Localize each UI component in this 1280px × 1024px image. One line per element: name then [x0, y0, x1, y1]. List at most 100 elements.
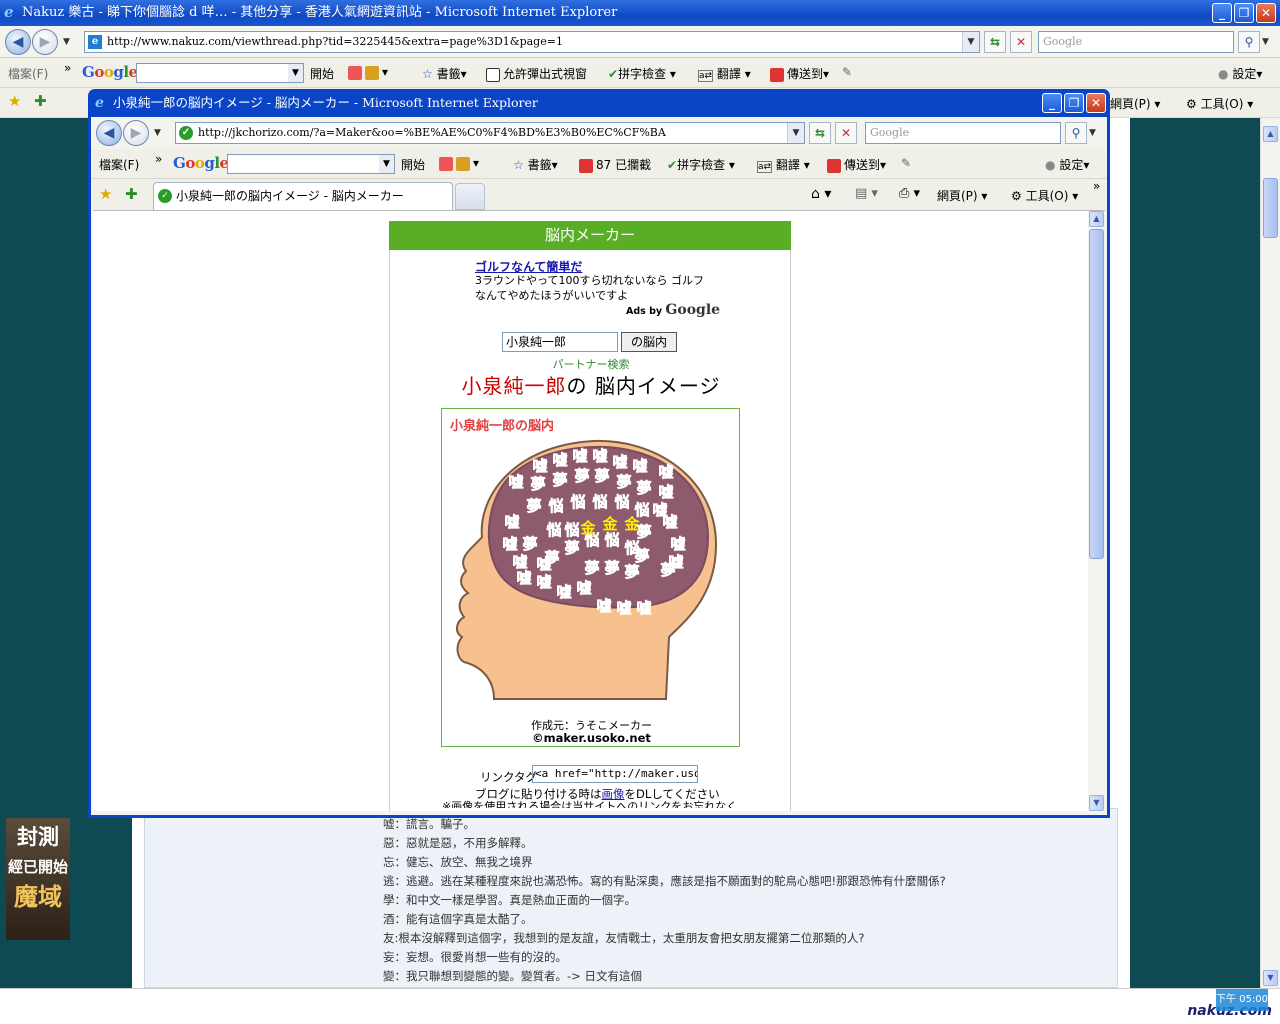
brain-kanji: 嘘: [612, 453, 627, 471]
scroll-down-icon[interactable]: ▼: [1263, 970, 1278, 986]
forum-post: 嘘：謊言。騙子。 惡：惡就是惡，不用多解釋。 忘：健忘、放空、無我之境界 逃：逃避。逃…: [144, 808, 1118, 988]
favorites-star-icon[interactable]: ★: [99, 185, 112, 203]
highlight-icon[interactable]: ✎: [842, 65, 852, 79]
history-dropdown-icon[interactable]: ▼: [63, 37, 70, 47]
popup-google-search-box[interactable]: ▼: [227, 154, 395, 174]
home-icon[interactable]: ⌂ ▾: [811, 186, 831, 202]
popup-close-button[interactable]: ✕: [1086, 93, 1106, 113]
popup-scroll-down-icon[interactable]: ▼: [1089, 795, 1104, 811]
brain-image-title: 小泉純一郎の脳内: [450, 419, 555, 434]
favorites-star-icon[interactable]: ★: [8, 92, 21, 110]
add-favorites-icon[interactable]: ✚: [125, 185, 138, 203]
forward-button[interactable]: ▶: [32, 29, 58, 55]
maximize-button[interactable]: ❐: [1234, 3, 1254, 23]
popup-scrollbar[interactable]: ▲ ▼: [1088, 211, 1105, 811]
popup-titlebar[interactable]: e 小泉純一郎の脳内イメージ - 脳内メーカー - Microsoft Inte…: [91, 89, 1107, 117]
google-logo: Google: [82, 63, 138, 81]
popup-maximize-button[interactable]: ❐: [1064, 93, 1084, 113]
popup-window[interactable]: e 小泉純一郎の脳内イメージ - 脳内メーカー - Microsoft Inte…: [88, 89, 1110, 818]
game-ad-banner[interactable]: 封測 經已開始 魔域: [6, 818, 70, 940]
settings-button[interactable]: ● 設定▾: [1218, 65, 1262, 82]
google-start-button[interactable]: 開始: [310, 65, 334, 82]
ads-by-google[interactable]: Ads by Google: [626, 302, 720, 318]
translate-button[interactable]: a⇄ 翻譯 ▾: [698, 65, 751, 82]
search-options-icon[interactable]: ▼: [1262, 37, 1269, 47]
right-side-panel: [1130, 118, 1260, 988]
brain-kanji: 嘘: [572, 447, 587, 465]
background-window-titlebar[interactable]: e Nakuz 樂古 - 睇下你個腦諗 d 咩… - 其他分享 - 香港人氣網遊…: [0, 0, 1280, 26]
brain-kanji: 悩: [569, 493, 585, 511]
popup-back-button[interactable]: ◀: [96, 120, 122, 146]
print-icon[interactable]: ⎙ ▾: [899, 186, 920, 201]
popup-url-dropdown-icon[interactable]: ▼: [787, 123, 804, 143]
brain-maker-page: 脳内メーカー ゴルフなんて簡単だ 3ラウンドやって100すら切れないなら ゴルフ…: [389, 221, 791, 811]
popup-scroll-up-icon[interactable]: ▲: [1089, 211, 1104, 227]
toolbar-chevron-icon[interactable]: »: [1093, 179, 1100, 193]
google-search-box[interactable]: ▼: [136, 63, 304, 83]
popup-search-icon[interactable]: ⚲: [1065, 122, 1087, 144]
spellcheck-button[interactable]: ✔拼字檢查 ▾: [608, 65, 676, 82]
popup-tools-menu[interactable]: ⚙ 工具(O) ▾: [1011, 187, 1078, 204]
scroll-thumb[interactable]: [1263, 178, 1278, 238]
brain-kanji: 悩: [623, 539, 639, 557]
send-to-button[interactable]: 傳送到▾: [770, 65, 829, 82]
popup-settings-button[interactable]: ● 設定▾: [1045, 156, 1089, 173]
popup-highlight-icon[interactable]: ✎: [901, 156, 911, 170]
brain-kanji: 嘘: [552, 451, 567, 469]
popup-file-menu[interactable]: 檔案(F): [99, 156, 139, 173]
minimize-button[interactable]: _: [1212, 3, 1232, 23]
back-button[interactable]: ◀: [5, 29, 31, 55]
popup-translate-button[interactable]: a⇄ 翻譯 ▾: [757, 156, 810, 173]
popup-forward-button[interactable]: ▶: [123, 120, 149, 146]
tools-menu[interactable]: ⚙ 工具(O) ▾: [1186, 95, 1253, 112]
popup-search-input[interactable]: Google: [865, 122, 1061, 144]
tab-current-page[interactable]: ✓ 小泉純一郎の脳内イメージ - 脳内メーカー: [153, 182, 453, 210]
brain-submit-button[interactable]: の脳内: [621, 332, 677, 352]
brain-kanji: 嘘: [658, 483, 673, 501]
popup-send-to-button[interactable]: 傳送到▾: [827, 156, 886, 173]
post-line: 忘：健忘、放空、無我之境界: [383, 855, 533, 869]
popup-history-dropdown-icon[interactable]: ▼: [154, 128, 161, 138]
brain-kanji: 嘘: [508, 473, 523, 491]
popup-refresh-button[interactable]: ⇆: [809, 122, 831, 144]
brain-kanji: 嘘: [616, 599, 631, 617]
new-tab-button[interactable]: [455, 183, 485, 210]
refresh-button[interactable]: ⇆: [984, 31, 1006, 53]
popups-allowed-button[interactable]: 允許彈出式視窗: [486, 65, 587, 82]
result-headline: 小泉純一郎の 脳内イメージ: [461, 374, 721, 398]
feeds-icon[interactable]: ▤ ▾: [855, 186, 878, 201]
scroll-up-icon[interactable]: ▲: [1263, 126, 1278, 142]
search-icon[interactable]: ⚲: [1238, 31, 1260, 53]
page-header: 脳内メーカー: [389, 221, 791, 250]
popup-search-options-icon[interactable]: ▼: [1089, 128, 1096, 138]
popup-toolbar-tools-icons[interactable]: ▾: [439, 156, 479, 171]
credit-site: ©maker.usoko.net: [532, 731, 651, 745]
url-dropdown-icon[interactable]: ▼: [962, 32, 979, 52]
toolbar-tools-icons[interactable]: ▾: [348, 65, 388, 80]
background-url-field[interactable]: e http://www.nakuz.com/viewthread.php?ti…: [84, 31, 980, 53]
popup-spellcheck-button[interactable]: ✔拼字檢查 ▾: [667, 156, 735, 173]
popup-minimize-button[interactable]: _: [1042, 93, 1062, 113]
popup-scroll-thumb[interactable]: [1089, 229, 1104, 559]
toolbar-chevron-icon[interactable]: »: [64, 61, 71, 75]
page-menu[interactable]: 網頁(P) ▾: [1110, 95, 1160, 112]
popup-google-start-button[interactable]: 開始: [401, 156, 425, 173]
brain-image[interactable]: 小泉純一郎の脳内 嘘嘘嘘嘘嘘嘘嘘嘘嘘嘘嘘嘘嘘嘘夢夢夢夢夢夢夢夢夢夢夢夢夢夢夢夢悩…: [441, 408, 740, 747]
add-favorites-icon[interactable]: ✚: [34, 92, 47, 110]
image-download-link[interactable]: 画像: [602, 787, 625, 801]
name-input[interactable]: 小泉純一郎: [502, 332, 618, 352]
link-tag-field[interactable]: <a href="http://maker.usoko: [532, 765, 698, 783]
close-button[interactable]: ✕: [1256, 3, 1276, 23]
toolbar-chevron-icon[interactable]: »: [155, 152, 162, 166]
background-scrollbar[interactable]: ▲ ▼: [1260, 118, 1280, 988]
background-search-input[interactable]: Google: [1038, 31, 1234, 53]
stop-button[interactable]: ✕: [1010, 31, 1032, 53]
popup-stop-button[interactable]: ✕: [835, 122, 857, 144]
popup-page-menu[interactable]: 網頁(P) ▾: [937, 187, 987, 204]
file-menu[interactable]: 檔案(F): [8, 65, 48, 82]
popup-blocker-button[interactable]: 87 已攔截: [579, 156, 651, 173]
popup-bookmarks-button[interactable]: ☆ 書籤▾: [513, 156, 558, 173]
bookmarks-button[interactable]: ☆ 書籤▾: [422, 65, 467, 82]
brain-kanji: 夢: [530, 475, 545, 493]
popup-url-field[interactable]: ✓ http://jkchorizo.com/?a=Maker&oo=%BE%A…: [175, 122, 805, 144]
